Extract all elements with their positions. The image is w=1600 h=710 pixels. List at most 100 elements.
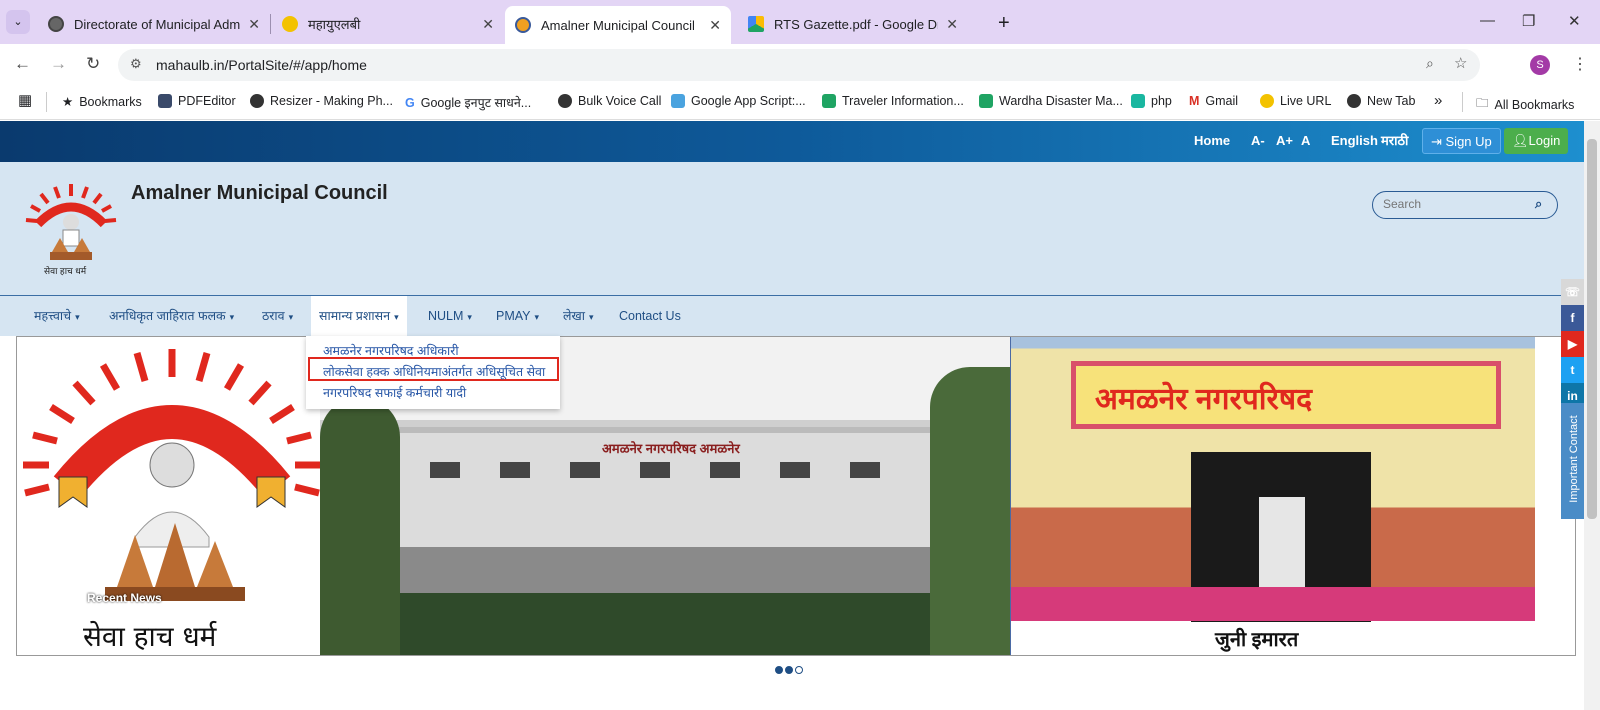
gmail-icon: M xyxy=(1189,94,1200,108)
all-bookmarks[interactable]: 🗀 All Bookmarks xyxy=(1476,94,1574,115)
tab-separator xyxy=(270,14,271,34)
reload-icon[interactable]: ↻ xyxy=(86,54,100,74)
site-top-bar: Home A- A+ A English मराठी ⇥ Sign Up 👤︎L… xyxy=(0,121,1584,162)
menu-lekha[interactable]: लेखा ▾ xyxy=(563,296,593,336)
zoom-icon[interactable]: ⌕ xyxy=(1426,55,1434,72)
tab-rts-gazette[interactable]: RTS Gazette.pdf - Google Drive ✕ xyxy=(738,8,968,40)
facebook-icon[interactable]: f xyxy=(1561,305,1584,331)
bookmark-item[interactable]: Resizer - Making Ph... xyxy=(250,94,393,108)
caret-down-icon: ▾ xyxy=(534,312,540,322)
forward-icon[interactable]: → xyxy=(50,54,67,74)
profile-avatar[interactable]: S xyxy=(1530,55,1550,75)
tab-title: RTS Gazette.pdf - Google Drive xyxy=(774,16,938,32)
close-icon[interactable]: ✕ xyxy=(482,16,494,33)
bookmark-item[interactable]: PDFEditor xyxy=(158,94,236,108)
home-link[interactable]: Home xyxy=(1194,133,1230,148)
font-reset-button[interactable]: A xyxy=(1301,133,1310,148)
marathi-link[interactable]: मराठी xyxy=(1381,131,1408,149)
slider-dots xyxy=(775,666,803,674)
address-bar-row: ← → ↻ ⚙ mahaulb.in/PortalSite/#/app/home… xyxy=(0,44,1600,86)
site-search: ⌕ xyxy=(1372,191,1558,219)
caret-down-icon: ▾ xyxy=(467,312,472,322)
social-panel: ☏ f ▶ t in xyxy=(1561,279,1584,409)
tab-mahaulb[interactable]: महायुएलबी ✕ xyxy=(272,8,504,40)
slider-dot[interactable] xyxy=(795,666,803,674)
bookmark-item[interactable]: php xyxy=(1131,94,1172,108)
bookmark-item[interactable]: G Google इनपुट साधने... xyxy=(405,94,531,111)
scroll-thumb[interactable] xyxy=(1587,139,1597,519)
bookmark-item[interactable]: New Tab xyxy=(1347,94,1415,108)
bookmark-item[interactable]: Bulk Voice Call xyxy=(558,94,661,108)
restore-icon[interactable]: ❐ xyxy=(1522,12,1535,30)
sign-in-icon: ⇥ xyxy=(1431,134,1446,149)
bookmark-item[interactable]: Traveler Information... xyxy=(822,94,964,108)
tab-search-button[interactable]: ⌄ xyxy=(6,10,30,34)
menu-pmay[interactable]: PMAY ▾ xyxy=(496,296,539,336)
url-text[interactable]: mahaulb.in/PortalSite/#/app/home xyxy=(156,57,367,73)
bookmark-item[interactable]: Wardha Disaster Ma... xyxy=(979,94,1123,108)
menu-kebab-icon[interactable]: ⋮ xyxy=(1572,54,1588,74)
slider-dot[interactable] xyxy=(775,666,783,674)
caret-down-icon: ▾ xyxy=(75,312,80,322)
bookmark-star-icon[interactable]: ☆ xyxy=(1454,54,1467,72)
more-bookmarks-icon[interactable]: » xyxy=(1434,92,1442,109)
menu-anadhikrut-jahirat-falak[interactable]: अनधिकृत जाहिरात फलक ▾ xyxy=(109,296,234,336)
close-icon[interactable]: ✕ xyxy=(709,17,721,34)
search-icon[interactable]: ⌕ xyxy=(1535,196,1542,212)
search-input[interactable] xyxy=(1383,197,1533,211)
w-icon xyxy=(671,94,685,108)
menu-samanya-prashasan[interactable]: सामान्य प्रशासन ▾ xyxy=(311,296,407,336)
close-icon[interactable]: ✕ xyxy=(248,16,260,33)
twitter-icon[interactable]: t xyxy=(1561,357,1584,383)
globe-icon xyxy=(1347,94,1361,108)
address-bar[interactable]: ⚙ mahaulb.in/PortalSite/#/app/home ⌕ ☆ xyxy=(118,49,1480,81)
image-slider[interactable]: Recent News सेवा हाच धर्म अमळनेर नगरपरिष… xyxy=(16,336,1576,656)
important-contact-tab[interactable]: Important Contact xyxy=(1561,403,1584,519)
tab-title: महायुएलबी xyxy=(308,17,361,32)
mahaulb-icon xyxy=(282,16,298,32)
google-drive-icon xyxy=(748,16,764,32)
english-link[interactable]: English xyxy=(1331,133,1378,148)
slider-dot[interactable] xyxy=(785,666,793,674)
menu-nulm[interactable]: NULM ▾ xyxy=(428,296,472,336)
menu-mahattvache[interactable]: महत्त्वाचे ▾ xyxy=(34,296,80,336)
login-button[interactable]: 👤︎Login xyxy=(1504,128,1569,154)
recent-news-label[interactable]: Recent News xyxy=(87,591,162,605)
bookmark-item[interactable]: M Gmail xyxy=(1189,94,1238,108)
amalner-icon xyxy=(515,17,531,33)
site-logo[interactable]: सेवा हाच धर्म xyxy=(22,180,120,276)
site-info-icon[interactable]: ⚙ xyxy=(130,56,142,72)
old-building-sign-text: अमळनेर नगरपरिषद xyxy=(1095,383,1313,416)
close-icon[interactable]: ✕ xyxy=(946,16,958,33)
dropdown-item-rts-services[interactable]: लोकसेवा हक्क अधिनियमाअंतर्गत अधिसूचित से… xyxy=(323,363,545,380)
bookmark-item[interactable]: Google App Script:... xyxy=(671,94,806,108)
tab-amalner[interactable]: Amalner Municipal Council ✕ xyxy=(505,6,731,44)
tree-right xyxy=(930,367,1010,655)
bookmark-item[interactable]: Live URL xyxy=(1260,94,1331,108)
apps-grid-icon[interactable]: ▦ xyxy=(18,91,32,109)
font-increase-button[interactable]: A+ xyxy=(1276,133,1293,148)
dropdown-item-sanitation-staff[interactable]: नगरपरिषद सफाई कर्मचारी यादी xyxy=(323,384,466,401)
star-icon: ★ xyxy=(62,95,74,109)
close-window-icon[interactable]: ✕ xyxy=(1568,12,1581,30)
samanya-prashasan-dropdown: अमळनेर नगरपरिषद अधिकारी लोकसेवा हक्क अधि… xyxy=(306,336,560,409)
pdf-icon xyxy=(158,94,172,108)
google-icon: G xyxy=(405,95,415,110)
right-slide-caption: जुनी इमारत xyxy=(1215,629,1299,651)
page-scrollbar[interactable] xyxy=(1584,121,1600,710)
back-icon[interactable]: ← xyxy=(14,54,31,74)
bookmark-item[interactable]: ★ Bookmarks xyxy=(62,94,142,110)
browser-tab-strip: ⌄ Directorate of Municipal Admin ✕ महायु… xyxy=(0,0,1600,44)
menu-tharav[interactable]: ठराव ▾ xyxy=(262,296,293,336)
phone-icon[interactable]: ☏ xyxy=(1561,279,1584,305)
minimize-icon[interactable]: — xyxy=(1480,12,1495,29)
logo-caption: सेवा हाच धर्म xyxy=(44,266,87,276)
font-decrease-button[interactable]: A- xyxy=(1251,133,1265,148)
youtube-icon[interactable]: ▶ xyxy=(1561,331,1584,357)
tab-dma[interactable]: Directorate of Municipal Admin ✕ xyxy=(38,8,270,40)
bookmarks-bar: ▦ ★ Bookmarks PDFEditor Resizer - Making … xyxy=(0,86,1600,120)
sign-up-button[interactable]: ⇥ Sign Up xyxy=(1422,128,1501,154)
menu-contact-us[interactable]: Contact Us xyxy=(619,296,681,336)
window-row xyxy=(430,462,910,478)
new-tab-button[interactable]: + xyxy=(988,7,1020,39)
